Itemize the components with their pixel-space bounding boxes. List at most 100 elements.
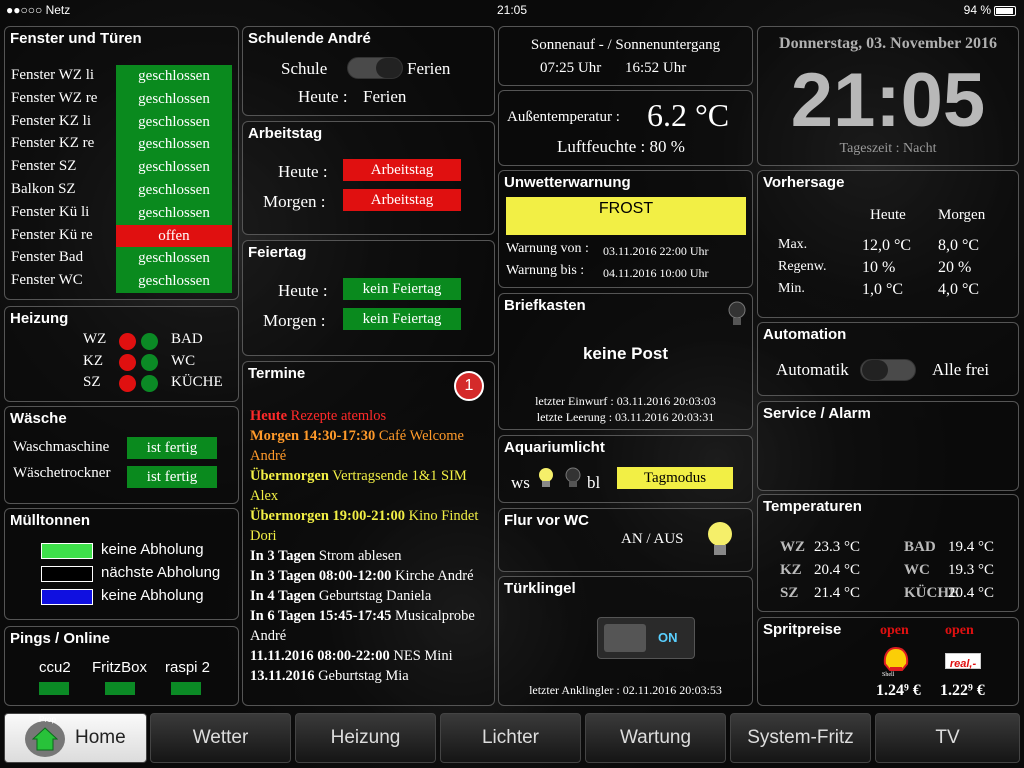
muell-label: keine Abholung	[101, 587, 204, 604]
lightbulb-on-icon[interactable]	[537, 466, 555, 492]
termin-when: In 3 Tagen 08:00-12:00	[250, 568, 392, 584]
tile-title: Temperaturen	[763, 498, 862, 515]
termin-when: Übermorgen 19:00-21:00	[250, 508, 406, 524]
clock-date: Donnerstag, 03. November 2016	[779, 35, 997, 52]
vorhersage-morgen: 4,0 °C	[938, 281, 980, 298]
fenster-label: Fenster Bad	[11, 249, 84, 266]
tile-title: Spritpreise	[763, 621, 842, 638]
tile-title: Heizung	[10, 310, 69, 327]
vorhersage-heute: 12,0 °C	[862, 237, 912, 254]
aussentemp-label: Außentemperatur :	[507, 109, 620, 125]
tile-title: Mülltonnen	[10, 512, 90, 529]
nav-lichter[interactable]: Lichter	[440, 713, 581, 763]
heizung-dot	[141, 375, 158, 392]
heute-label: Heute :	[278, 162, 328, 181]
heizung-label-bad: BAD	[171, 331, 203, 347]
tile-heizung: Heizung WZ KZ SZ BAD WC KÜCHE	[4, 306, 239, 402]
nav-tv[interactable]: TV	[875, 713, 1020, 763]
tile-title: Wäsche	[10, 410, 67, 427]
nav-heizung[interactable]: Heizung	[295, 713, 436, 763]
tile-service-alarm: Service / Alarm	[757, 401, 1019, 491]
automatik-toggle[interactable]	[860, 359, 916, 381]
feiertag-morgen-status: kein Feiertag	[343, 308, 461, 330]
termin-text: Geburtstag Daniela	[315, 588, 432, 604]
warnung-von-value: 03.11.2016 22:00 Uhr	[603, 244, 709, 258]
tile-title: Flur vor WC	[504, 512, 589, 529]
heizung-dot	[141, 333, 158, 350]
tile-pings: Pings / Online ccu2 FritzBox raspi 2	[4, 626, 239, 706]
termin-text: Kirche André	[391, 568, 474, 584]
waesche-label: Waschmaschine	[13, 439, 110, 455]
flur-toggle-label[interactable]: AN / AUS	[621, 531, 684, 548]
termin-item: In 6 Tagen 15:45-17:45 Musicalprobe Andr…	[250, 606, 490, 646]
lightbulb-off-icon	[728, 301, 746, 325]
tile-termine: Termine 1 Heute Rezepte atemlos Morgen 14…	[242, 361, 495, 706]
termin-item: 13.11.2016 Geburtstag Mia	[250, 666, 490, 686]
fenster-status: geschlossen	[116, 179, 232, 202]
feiertag-heute-status: kein Feiertag	[343, 278, 461, 300]
ping-host: FritzBox	[92, 659, 148, 676]
sonnenaufgang-time: 07:25 Uhr	[540, 60, 602, 76]
shell-price: 1.24⁹ €	[876, 682, 921, 699]
aquarium-mode-button[interactable]: Tagmodus	[617, 467, 733, 489]
schule-ferien-toggle[interactable]	[347, 57, 403, 79]
ping-status-indicator	[39, 682, 69, 695]
ping-status-indicator	[171, 682, 201, 695]
termin-when: Übermorgen	[250, 468, 329, 484]
nav-wetter[interactable]: Wetter	[150, 713, 291, 763]
room-temp: 21.4 °C	[814, 585, 861, 601]
fenster-status: geschlossen	[116, 270, 232, 294]
termin-item: In 4 Tagen Geburtstag Daniela	[250, 586, 490, 606]
lightbulb-off-icon[interactable]	[564, 466, 582, 492]
tile-briefkasten: Briefkasten keine Post letzter Einwurf :…	[498, 293, 753, 430]
fenster-status: geschlossen	[116, 87, 232, 111]
termin-item: Übermorgen Vertragsende 1&1 SIM Alex	[250, 466, 490, 506]
termin-when: Morgen 14:30-17:30	[250, 428, 376, 444]
vorhersage-label: Regenw.	[778, 259, 827, 274]
muell-color-swatch	[41, 543, 93, 559]
sonne-title: Sonnenauf - / Sonnenuntergang	[530, 37, 721, 53]
clock-label: 21:05	[496, 3, 528, 17]
termin-when: In 3 Tagen	[250, 548, 316, 564]
tile-aquarium: Aquariumlicht ws bl Tagmodus	[498, 435, 753, 503]
heizung-dot	[119, 375, 136, 392]
ping-status-indicator	[105, 682, 135, 695]
aquarium-ws-label: ws	[511, 473, 530, 492]
lightbulb-on-icon[interactable]	[705, 519, 735, 563]
schule-label: Schule	[281, 59, 328, 78]
tile-title: Arbeitstag	[248, 125, 323, 142]
notification-badge[interactable]: 1	[454, 371, 484, 401]
termin-text: Rezepte atemlos	[287, 408, 387, 424]
arbeitstag-morgen-status: Arbeitstag	[343, 189, 461, 211]
fenster-status: geschlossen	[116, 201, 232, 225]
termin-text: Geburtstag Mia	[314, 668, 409, 684]
room-label: WZ	[780, 539, 806, 555]
tile-title: Aquariumlicht	[504, 439, 605, 456]
nav-system-fritz[interactable]: System-Fritz	[730, 713, 871, 763]
home-icon	[25, 721, 65, 757]
termin-item: 11.11.2016 08:00-22:00 NES Mini	[250, 646, 490, 666]
real-price: 1.22⁹ €	[940, 682, 985, 699]
muell-label: keine Abholung	[101, 541, 204, 558]
tile-muell: Mülltonnen keine Abholung nächste Abholun…	[4, 508, 239, 620]
heizung-dot	[119, 354, 136, 371]
tile-temperaturen: Temperaturen WZ 23.3 °C BAD 19.4 °C KZ 20.4 °…	[757, 494, 1019, 612]
briefkasten-einwurf: letzter Einwurf : 03.11.2016 20:03:03	[535, 394, 716, 408]
nav-home-label: Home	[75, 727, 126, 748]
real-logo: real,-	[945, 653, 981, 670]
termin-item: Übermorgen 19:00-21:00 Kino Findet Dori	[250, 506, 490, 546]
shell-logo-icon	[883, 646, 909, 671]
nav-wartung[interactable]: Wartung	[585, 713, 726, 763]
muell-color-swatch	[41, 589, 93, 605]
tile-title: Briefkasten	[504, 297, 586, 314]
nav-home[interactable]: Prop Home	[4, 713, 147, 763]
clock-time: 21:05	[790, 58, 986, 143]
room-temp: 23.3 °C	[814, 539, 861, 555]
termin-when: 13.11.2016	[250, 668, 315, 684]
tile-spritpreise: Spritpreise open open Shell real,- 1.24⁹…	[757, 617, 1019, 706]
heizung-dot	[141, 354, 158, 371]
fenster-status: geschlossen	[116, 110, 232, 134]
sonnenuntergang-time: 16:52 Uhr	[625, 60, 687, 76]
klingel-toggle[interactable]: ON	[597, 617, 695, 659]
vorhersage-morgen: 8,0 °C	[938, 237, 980, 254]
